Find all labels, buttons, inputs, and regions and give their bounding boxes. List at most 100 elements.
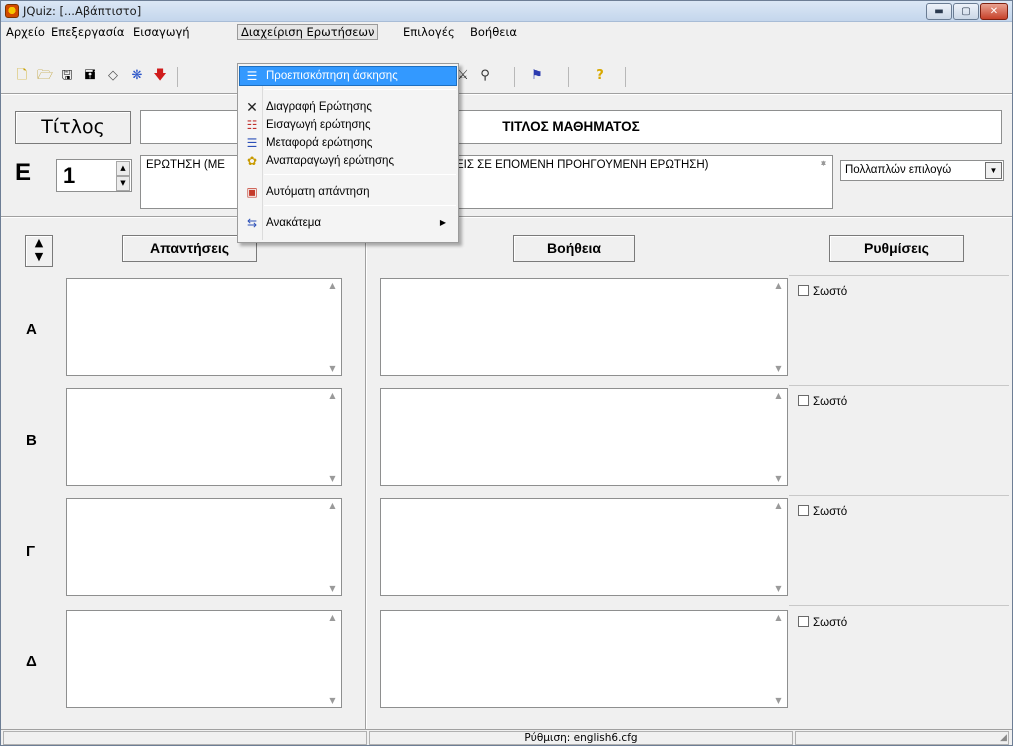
menu-item-shuffle[interactable]: ⇆ Ανακάτεμα ▶ [240, 214, 456, 232]
menu-item-label: Προεπισκόπηση άσκησης [266, 70, 398, 82]
answer-letter: Δ [26, 653, 37, 670]
scroll-down-icon[interactable]: ▼ [770, 364, 787, 373]
menu-bar: Αρχείο Επεξεργασία Εισαγωγή Διαχείριση Ε… [1, 22, 1012, 42]
help-scrollbar[interactable]: ▲ ▼ [770, 611, 787, 707]
scroll-down-icon[interactable]: ▼ [815, 159, 832, 206]
find-icon[interactable]: ⚲ [476, 67, 494, 85]
menu-question-management[interactable]: Διαχείριση Ερωτήσεων [237, 24, 379, 40]
answer-input[interactable]: ▲ ▼ [66, 388, 342, 486]
scroll-down-icon[interactable]: ▼ [770, 696, 787, 705]
answer-letter: Γ [26, 543, 36, 560]
help-scrollbar[interactable]: ▲ ▼ [770, 389, 787, 485]
menu-edit[interactable]: Επεξεργασία [48, 24, 127, 40]
maximize-button[interactable]: ▢ [953, 3, 979, 20]
answer-input[interactable]: ▲ ▼ [66, 278, 342, 376]
menu-insert[interactable]: Εισαγωγή [130, 24, 193, 40]
help-input[interactable]: ▲ ▼ [380, 610, 788, 708]
open-folder-icon[interactable]: 🗁 [36, 67, 54, 85]
download-arrow-icon[interactable]: 🡇 [151, 67, 169, 85]
toolbar: 🗋 🗁 🖫 🖬 ◇ ❋ 🡇 ⚔ ⚲ ⚑ ? [1, 63, 1012, 91]
menu-separator [264, 89, 456, 90]
scroll-up-icon[interactable]: ▲ [770, 391, 787, 400]
divider [1, 94, 1012, 95]
close-button[interactable]: ✕ [980, 3, 1008, 20]
move-question-icon: ☰ [246, 136, 258, 150]
help-input[interactable]: ▲ ▼ [380, 278, 788, 376]
status-bar: Ρύθμιση: english6.cfg ◢ [1, 729, 1012, 745]
scroll-up-icon[interactable]: ▲ [770, 281, 787, 290]
menu-item-label: Αναπαραγωγή ερώτησης [266, 155, 394, 167]
spin-down-button[interactable]: ▼ [116, 176, 130, 191]
menu-file[interactable]: Αρχείο [3, 24, 48, 40]
answer-input[interactable]: ▲ ▼ [66, 498, 342, 596]
scroll-up-icon[interactable]: ▲ [324, 613, 341, 622]
correct-checkbox[interactable]: Σωστό [798, 285, 847, 298]
scroll-down-icon[interactable]: ▼ [324, 364, 341, 373]
divider [1, 217, 1012, 218]
resize-grip-icon[interactable]: ◢ [1000, 733, 1010, 743]
checkbox-icon[interactable] [798, 285, 809, 296]
status-config: Ρύθμιση: english6.cfg [369, 731, 793, 745]
checkbox-icon[interactable] [798, 505, 809, 516]
scroll-down-icon[interactable]: ▼ [324, 584, 341, 593]
delete-x-icon: ✕ [246, 99, 258, 115]
help-header-button[interactable]: Βοήθεια [513, 235, 635, 262]
answer-input[interactable]: ▲ ▼ [66, 610, 342, 708]
scroll-up-icon[interactable]: ▲ [770, 501, 787, 510]
question-type-select[interactable]: Πολλαπλών επιλογώ ▼ [840, 160, 1004, 181]
menu-help[interactable]: Βοήθεια [467, 24, 520, 40]
question-text-right: ΕΙΣ ΣΕ ΕΠΟΜΕΝΗ ΠΡΟΗΓΟΥΜΕΝΗ ΕΡΩΤΗΣΗ) [456, 159, 709, 171]
jquiz-app-icon[interactable] [5, 4, 19, 18]
menu-options[interactable]: Επιλογές [400, 24, 458, 40]
divider [789, 385, 1009, 386]
menu-item-insert-question[interactable]: ☷ Εισαγωγή ερώτησης [240, 116, 456, 134]
help-input[interactable]: ▲ ▼ [380, 388, 788, 486]
answer-scrollbar[interactable]: ▲ ▼ [324, 499, 341, 595]
shuffle-icon: ⇆ [246, 216, 258, 230]
scroll-down-icon[interactable]: ▼ [324, 696, 341, 705]
question-management-menu: ☰ Προεπισκόπηση άσκησης ✕ Διαγραφή Ερώτη… [237, 63, 459, 243]
answer-scrollbar[interactable]: ▲ ▼ [324, 611, 341, 707]
menu-item-auto-answer[interactable]: ▣ Αυτόματη απάντηση [240, 183, 456, 201]
correct-checkbox[interactable]: Σωστό [798, 505, 847, 518]
correct-checkbox[interactable]: Σωστό [798, 395, 847, 408]
reorder-button[interactable]: ▲ ▼ [25, 235, 53, 267]
chevron-down-icon[interactable]: ▼ [985, 162, 1002, 179]
save-icon[interactable]: 🖫 [58, 67, 76, 85]
help-scrollbar[interactable]: ▲ ▼ [770, 499, 787, 595]
web-export-icon[interactable]: ❋ [128, 67, 146, 85]
scroll-up-icon[interactable]: ▲ [324, 391, 341, 400]
status-cell [795, 731, 1009, 745]
help-scrollbar[interactable]: ▲ ▼ [770, 279, 787, 375]
title-button[interactable]: Τίτλος [15, 111, 131, 144]
settings-header-button[interactable]: Ρυθμίσεις [829, 235, 964, 262]
help-icon[interactable]: ? [591, 67, 609, 85]
checkbox-icon[interactable] [798, 395, 809, 406]
new-file-icon[interactable]: 🗋 [13, 67, 31, 85]
column-divider [365, 221, 367, 729]
scroll-down-icon[interactable]: ▼ [770, 474, 787, 483]
toolbar-separator [625, 67, 626, 87]
minimize-button[interactable]: ▬ [926, 3, 952, 20]
scroll-down-icon[interactable]: ▼ [770, 584, 787, 593]
checkbox-icon[interactable] [798, 616, 809, 627]
spin-up-button[interactable]: ▲ [116, 161, 130, 176]
scroll-down-icon[interactable]: ▼ [324, 474, 341, 483]
help-input[interactable]: ▲ ▼ [380, 498, 788, 596]
scroll-up-icon[interactable]: ▲ [324, 501, 341, 510]
app-window: JQuiz: [...Αβάπτιστο] ▬ ▢ ✕ Αρχείο Επεξε… [0, 0, 1013, 746]
menu-item-preview-exercise[interactable]: ☰ Προεπισκόπηση άσκησης [239, 66, 457, 86]
correct-checkbox[interactable]: Σωστό [798, 616, 847, 629]
menu-item-move-question[interactable]: ☰ Μεταφορά ερώτησης [240, 134, 456, 152]
answer-scrollbar[interactable]: ▲ ▼ [324, 279, 341, 375]
save-as-icon[interactable]: 🖬 [81, 67, 99, 85]
answer-scrollbar[interactable]: ▲ ▼ [324, 389, 341, 485]
question-scrollbar[interactable]: ▲ ▼ [815, 156, 832, 208]
eraser-icon[interactable]: ◇ [104, 67, 122, 85]
question-number-spinner[interactable]: 1 ▲ ▼ [56, 159, 132, 192]
scroll-up-icon[interactable]: ▲ [324, 281, 341, 290]
menu-item-delete-question[interactable]: ✕ Διαγραφή Ερώτησης [240, 98, 456, 116]
flag-icon[interactable]: ⚑ [528, 67, 546, 85]
menu-item-duplicate-question[interactable]: ✿ Αναπαραγωγή ερώτησης [240, 152, 456, 170]
scroll-up-icon[interactable]: ▲ [770, 613, 787, 622]
